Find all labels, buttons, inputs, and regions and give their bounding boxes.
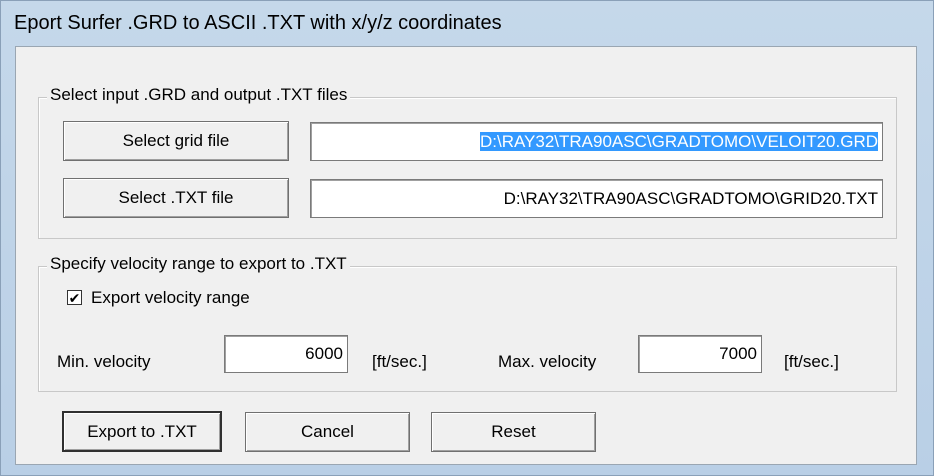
dialog-window: Eport Surfer .GRD to ASCII .TXT with x/y…: [0, 0, 934, 476]
min-velocity-unit: [ft/sec.]: [372, 352, 427, 371]
export-to-txt-button[interactable]: Export to .TXT: [62, 411, 222, 452]
title-bar[interactable]: Eport Surfer .GRD to ASCII .TXT with x/y…: [1, 1, 933, 45]
grid-file-path-field[interactable]: D:\RAY32\TRA90ASC\GRADTOMO\VELOIT20.GRD: [310, 122, 883, 161]
cancel-button[interactable]: Cancel: [245, 412, 410, 452]
dialog-client-area: Select input .GRD and output .TXT files …: [15, 46, 917, 465]
export-velocity-range-label[interactable]: Export velocity range: [91, 288, 250, 308]
files-group-legend: Select input .GRD and output .TXT files: [47, 85, 351, 105]
max-velocity-unit: [ft/sec.]: [784, 352, 839, 371]
txt-file-path-field[interactable]: D:\RAY32\TRA90ASC\GRADTOMO\GRID20.TXT: [310, 179, 883, 218]
select-txt-file-button[interactable]: Select .TXT file: [63, 178, 289, 218]
min-velocity-value: 6000: [305, 344, 343, 363]
select-grid-file-button[interactable]: Select grid file: [63, 121, 289, 161]
velocity-groupbox: [38, 266, 897, 392]
max-velocity-value: 7000: [719, 344, 757, 363]
velocity-group-legend: Specify velocity range to export to .TXT: [47, 254, 350, 274]
min-velocity-label: Min. velocity: [57, 352, 151, 371]
txt-file-path-text: D:\RAY32\TRA90ASC\GRADTOMO\GRID20.TXT: [503, 189, 878, 208]
max-velocity-input[interactable]: 7000: [638, 335, 762, 373]
export-velocity-range-checkbox[interactable]: ✔: [67, 290, 82, 305]
min-velocity-input[interactable]: 6000: [224, 335, 348, 373]
max-velocity-label: Max. velocity: [498, 352, 597, 371]
reset-button[interactable]: Reset: [431, 412, 596, 452]
checkmark-icon: ✔: [68, 289, 81, 306]
grid-file-path-text: D:\RAY32\TRA90ASC\GRADTOMO\VELOIT20.GRD: [479, 132, 878, 151]
window-title: Eport Surfer .GRD to ASCII .TXT with x/y…: [14, 12, 502, 34]
